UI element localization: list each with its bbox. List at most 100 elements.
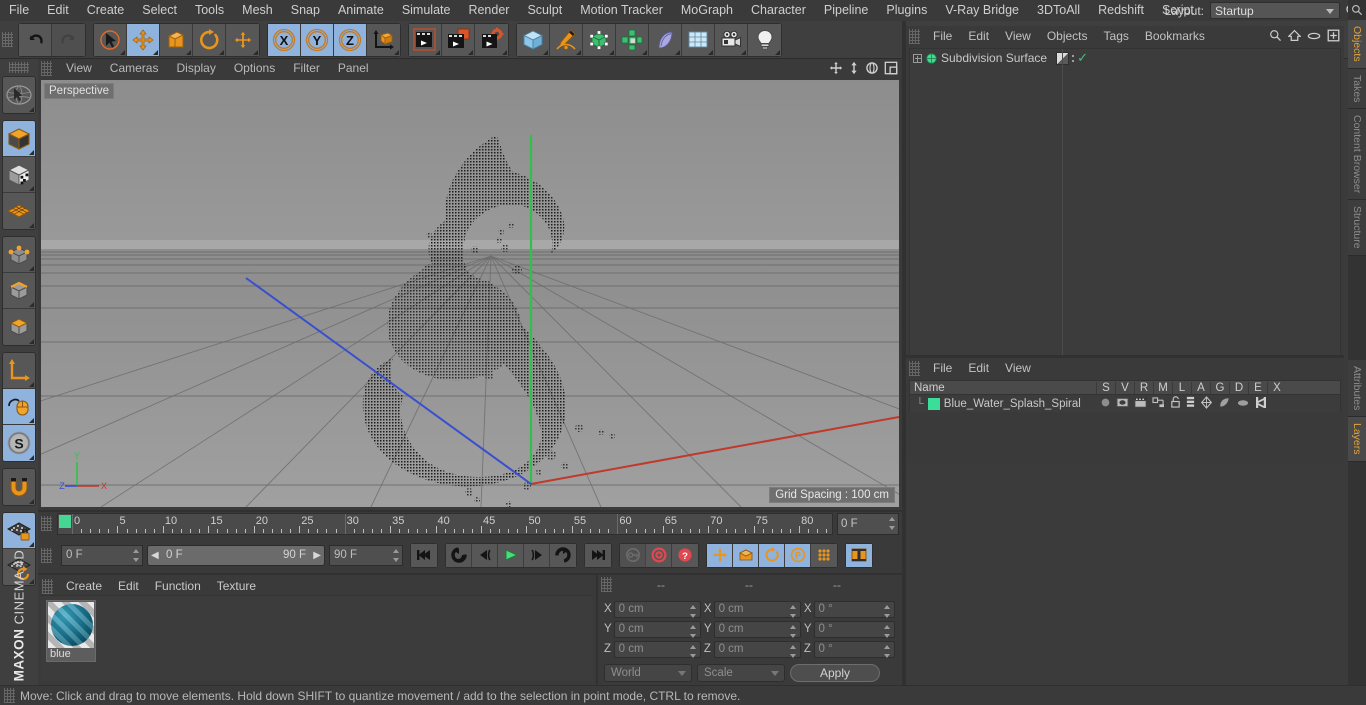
- material-list[interactable]: blue: [41, 595, 593, 681]
- render-icon[interactable]: [1134, 397, 1147, 411]
- coordinates-grip[interactable]: [601, 577, 612, 592]
- render-view-icon[interactable]: [409, 23, 442, 56]
- move-icon[interactable]: [127, 23, 160, 56]
- light-icon[interactable]: [748, 23, 781, 56]
- layer-menu-edit[interactable]: Edit: [960, 358, 997, 378]
- array-icon[interactable]: [616, 23, 649, 56]
- ellipse-icon[interactable]: [1307, 30, 1321, 44]
- menu-item-mograph[interactable]: MoGraph: [672, 0, 742, 21]
- keyframe-selection-icon[interactable]: ?: [672, 543, 698, 567]
- redo-icon[interactable]: [52, 23, 85, 56]
- timeline-controls-grip[interactable]: [41, 547, 52, 563]
- visible-check-icon[interactable]: ✓: [1077, 51, 1088, 64]
- object-menu-view[interactable]: View: [997, 26, 1039, 46]
- live-selection-icon[interactable]: [3, 77, 35, 113]
- dolly-icon[interactable]: [848, 61, 860, 75]
- layer-column-l[interactable]: L: [1172, 381, 1191, 394]
- viewport-menu-display[interactable]: Display: [167, 59, 224, 78]
- world-object-axis-icon[interactable]: [367, 23, 400, 56]
- timeline-icon[interactable]: [846, 543, 872, 567]
- divider-timeline[interactable]: [38, 510, 902, 512]
- menu-item-motion-tracker[interactable]: Motion Tracker: [571, 0, 672, 21]
- range-right-arrow-icon[interactable]: ▶: [313, 550, 321, 561]
- play-icon[interactable]: [498, 543, 524, 567]
- go-to-end-icon[interactable]: [585, 543, 611, 567]
- solo-dot-icon[interactable]: [1100, 397, 1111, 411]
- environment-icon[interactable]: [682, 23, 715, 56]
- param-key-icon[interactable]: P: [785, 543, 811, 567]
- point-level-animation-icon[interactable]: [811, 543, 837, 567]
- rotation-x-field[interactable]: 0 °: [813, 600, 895, 618]
- object-row-subdivision-surface[interactable]: Subdivision Surface ✓: [910, 49, 1340, 67]
- points-mode-icon[interactable]: [3, 237, 35, 273]
- rotation-z-field[interactable]: 0 °: [813, 640, 895, 658]
- layer-column-v[interactable]: V: [1115, 381, 1134, 394]
- timeline-grip[interactable]: [41, 516, 52, 531]
- menu-item-animate[interactable]: Animate: [329, 0, 393, 21]
- material-menu-function[interactable]: Function: [147, 575, 209, 597]
- object-menu-file[interactable]: File: [925, 26, 960, 46]
- material-menu-texture[interactable]: Texture: [209, 575, 264, 597]
- object-menu-objects[interactable]: Objects: [1039, 26, 1096, 46]
- divider-right-column[interactable]: [902, 21, 906, 685]
- step-back-icon[interactable]: [472, 543, 498, 567]
- render-to-picture-viewer-icon[interactable]: [442, 23, 475, 56]
- rotation-y-field[interactable]: 0 °: [813, 620, 895, 638]
- layer-column-x[interactable]: X: [1267, 381, 1286, 394]
- spinner-icon[interactable]: [790, 624, 797, 638]
- select-cursor-icon[interactable]: [94, 23, 127, 56]
- menu-item-snap[interactable]: Snap: [282, 0, 329, 21]
- size-y-field[interactable]: 0 cm: [713, 620, 801, 638]
- document-end-field[interactable]: 90 F: [329, 544, 403, 566]
- maximize-view-icon[interactable]: [884, 61, 898, 75]
- spinner-icon[interactable]: [132, 548, 139, 562]
- layer-column-s[interactable]: S: [1096, 381, 1115, 394]
- toolbar-grip[interactable]: [2, 32, 13, 47]
- position-key-icon[interactable]: [707, 543, 733, 567]
- autokeying-icon[interactable]: [620, 543, 646, 567]
- generator-flag-icon[interactable]: [1200, 395, 1213, 412]
- go-to-start-icon[interactable]: [411, 543, 437, 567]
- divider-coordinates[interactable]: [596, 575, 598, 685]
- spline-pen-icon[interactable]: [550, 23, 583, 56]
- spinner-icon[interactable]: [884, 624, 891, 638]
- object-menu-tags[interactable]: Tags: [1096, 26, 1137, 46]
- spinner-icon[interactable]: [888, 517, 895, 530]
- spinner-icon[interactable]: [392, 548, 399, 562]
- edges-mode-icon[interactable]: [3, 273, 35, 309]
- size-x-field[interactable]: 0 cm: [713, 600, 801, 618]
- menu-item-character[interactable]: Character: [742, 0, 815, 21]
- pan-icon[interactable]: [829, 61, 843, 75]
- menu-item-redshift[interactable]: Redshift: [1089, 0, 1153, 21]
- model-mode-icon[interactable]: [3, 121, 35, 157]
- menu-item-sculpt[interactable]: Sculpt: [518, 0, 571, 21]
- workplane-lock-icon[interactable]: [3, 513, 35, 549]
- spinner-icon[interactable]: [884, 644, 891, 658]
- previous-key-icon[interactable]: [446, 543, 472, 567]
- current-frame-field[interactable]: 0 F: [837, 513, 899, 535]
- deformer-icon[interactable]: [649, 23, 682, 56]
- divider-material[interactable]: [38, 573, 902, 575]
- spinner-icon[interactable]: [690, 624, 697, 638]
- vertical-tab-takes[interactable]: Takes: [1348, 68, 1366, 110]
- material-menu-edit[interactable]: Edit: [110, 575, 147, 597]
- magnet-icon[interactable]: [3, 469, 35, 505]
- camera-icon[interactable]: [715, 23, 748, 56]
- layer-column-m[interactable]: M: [1153, 381, 1172, 394]
- material-item[interactable]: blue: [46, 600, 96, 662]
- generator-icon[interactable]: [583, 23, 616, 56]
- table-row[interactable]: └ Blue_Water_Splash_Spiral: [909, 395, 1341, 412]
- position-y-field[interactable]: 0 cm: [613, 620, 701, 638]
- step-forward-icon[interactable]: [524, 543, 550, 567]
- scale-icon[interactable]: [160, 23, 193, 56]
- viewport-menu-cameras[interactable]: Cameras: [101, 59, 168, 78]
- cube-primitive-icon[interactable]: [517, 23, 550, 56]
- status-bar-grip[interactable]: [4, 688, 15, 703]
- vertical-tab-content-browser[interactable]: Content Browser: [1348, 109, 1366, 201]
- spinner-icon[interactable]: [690, 644, 697, 658]
- menu-item-v-ray-bridge[interactable]: V-Ray Bridge: [936, 0, 1028, 21]
- axis-z-icon[interactable]: Z: [334, 23, 367, 56]
- layer-menu-view[interactable]: View: [997, 358, 1039, 378]
- layout-select[interactable]: Startup: [1210, 2, 1340, 19]
- menu-item-tools[interactable]: Tools: [186, 0, 233, 21]
